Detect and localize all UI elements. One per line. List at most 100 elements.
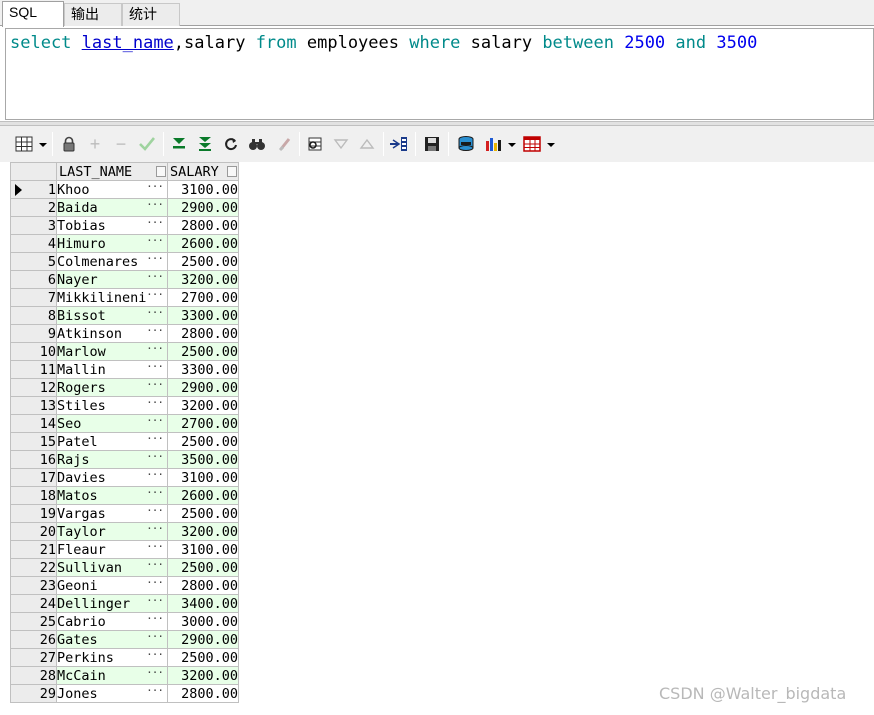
cell-editor-button[interactable]: ··· <box>146 611 164 627</box>
cell-last-name[interactable]: Bissot ··· <box>56 305 168 325</box>
cell-last-name[interactable]: Seo ··· <box>56 413 168 433</box>
row-number[interactable]: 5 <box>10 252 57 271</box>
cell-editor-button[interactable]: ··· <box>146 557 164 573</box>
filter-up-icon[interactable] <box>357 134 377 154</box>
cell-salary[interactable]: 2900.00 <box>167 630 239 649</box>
cell-salary[interactable]: 2500.00 <box>167 558 239 577</box>
table-row[interactable]: 4 Himuro ··· 2600.00 <box>10 234 239 253</box>
column-header-button[interactable] <box>227 166 237 177</box>
table-row[interactable]: 19 Vargas ··· 2500.00 <box>10 504 239 523</box>
cell-last-name[interactable]: Gates ··· <box>56 629 168 649</box>
clear-icon[interactable] <box>275 134 295 154</box>
cell-editor-button[interactable]: ··· <box>146 341 164 357</box>
cell-editor-button[interactable]: ··· <box>146 287 164 303</box>
row-number[interactable]: 18 <box>10 486 57 505</box>
cell-salary[interactable]: 2800.00 <box>167 684 239 703</box>
row-number[interactable]: 7 <box>10 288 57 307</box>
cell-salary[interactable]: 3000.00 <box>167 612 239 631</box>
cell-last-name[interactable]: Matos ··· <box>56 486 168 505</box>
table-row[interactable]: 28 McCain ··· 3200.00 <box>10 665 239 685</box>
row-number[interactable]: 11 <box>10 360 57 379</box>
cell-editor-button[interactable]: ··· <box>146 179 164 195</box>
cell-editor-button[interactable]: ··· <box>146 467 164 483</box>
chevron-down-icon[interactable] <box>547 143 555 147</box>
cell-salary[interactable]: 2900.00 <box>167 378 239 397</box>
cell-salary[interactable]: 3500.00 <box>167 450 239 469</box>
row-number[interactable]: 14 <box>10 414 57 433</box>
cell-last-name[interactable]: Stiles ··· <box>56 395 168 415</box>
table-row[interactable]: 25 Cabrio ··· 3000.00 <box>10 611 239 631</box>
table-row[interactable]: 29 Jones ··· 2800.00 <box>10 683 239 703</box>
cell-editor-button[interactable]: ··· <box>146 359 164 375</box>
cell-salary[interactable]: 3200.00 <box>167 666 239 685</box>
table-row[interactable]: 16 Rajs ··· 3500.00 <box>10 449 239 469</box>
table-row[interactable]: 5 Colmenares ··· 2500.00 <box>10 252 239 271</box>
cell-salary[interactable]: 2500.00 <box>167 432 239 451</box>
cell-salary[interactable]: 3300.00 <box>167 360 239 379</box>
query-by-example-icon[interactable] <box>305 134 325 154</box>
column-header-salary[interactable]: SALARY <box>167 162 239 181</box>
cell-salary[interactable]: 3100.00 <box>167 180 239 199</box>
cell-salary[interactable]: 3400.00 <box>167 594 239 613</box>
row-number[interactable]: 1 <box>10 180 57 199</box>
row-number[interactable]: 9 <box>10 324 57 343</box>
tab-sql[interactable]: SQL <box>2 1 64 27</box>
save-icon[interactable] <box>422 134 442 154</box>
row-number[interactable]: 12 <box>10 378 57 397</box>
row-number[interactable]: 25 <box>10 612 57 631</box>
cell-last-name[interactable]: Geoni ··· <box>56 576 168 595</box>
cell-last-name[interactable]: McCain ··· <box>56 665 168 685</box>
cell-last-name[interactable]: Perkins ··· <box>56 648 168 667</box>
cell-editor-button[interactable]: ··· <box>146 629 164 645</box>
cell-editor-button[interactable]: ··· <box>146 395 164 411</box>
cell-editor-button[interactable]: ··· <box>146 449 164 465</box>
row-number[interactable]: 23 <box>10 576 57 595</box>
tab-statistics[interactable]: 统计 <box>122 3 180 26</box>
cell-salary[interactable]: 2500.00 <box>167 504 239 523</box>
table-row[interactable]: 1 Khoo ··· 3100.00 <box>10 179 239 199</box>
cell-last-name[interactable]: Sullivan ··· <box>56 557 168 577</box>
cell-salary[interactable]: 3200.00 <box>167 522 239 541</box>
cell-editor-button[interactable]: ··· <box>146 413 164 429</box>
row-number[interactable]: 15 <box>10 432 57 451</box>
cell-editor-button[interactable]: ··· <box>146 215 164 231</box>
cell-salary[interactable]: 2800.00 <box>167 324 239 343</box>
add-record-icon[interactable]: + <box>85 134 105 154</box>
table-row[interactable]: 6 Nayer ··· 3200.00 <box>10 269 239 289</box>
cell-editor-button[interactable]: ··· <box>146 323 164 339</box>
table-row[interactable]: 3 Tobias ··· 2800.00 <box>10 215 239 235</box>
cell-last-name[interactable]: Tobias ··· <box>56 215 168 235</box>
row-number[interactable]: 20 <box>10 522 57 541</box>
row-number[interactable]: 16 <box>10 450 57 469</box>
cell-last-name[interactable]: Mikkilineni ··· <box>56 287 168 307</box>
cell-last-name[interactable]: Davies ··· <box>56 467 168 487</box>
table-row[interactable]: 24 Dellinger ··· 3400.00 <box>10 594 239 613</box>
cell-salary[interactable]: 3200.00 <box>167 270 239 289</box>
cell-editor-button[interactable]: ··· <box>146 197 164 213</box>
cell-editor-button[interactable]: ··· <box>146 305 164 321</box>
cell-salary[interactable]: 2700.00 <box>167 414 239 433</box>
cell-salary[interactable]: 2600.00 <box>167 486 239 505</box>
cell-editor-button[interactable]: ··· <box>146 683 164 699</box>
cell-last-name[interactable]: Taylor ··· <box>56 521 168 541</box>
cell-salary[interactable]: 2600.00 <box>167 234 239 253</box>
cell-last-name[interactable]: Baida ··· <box>56 197 168 217</box>
row-number[interactable]: 21 <box>10 540 57 559</box>
export-icon[interactable] <box>389 134 409 154</box>
column-header-last-name[interactable]: LAST_NAME <box>56 162 168 181</box>
filter-down-icon[interactable] <box>331 134 351 154</box>
cell-salary[interactable]: 3300.00 <box>167 306 239 325</box>
cell-salary[interactable]: 3200.00 <box>167 396 239 415</box>
cell-editor-button[interactable]: ··· <box>146 377 164 393</box>
table-row[interactable]: 17 Davies ··· 3100.00 <box>10 467 239 487</box>
cell-last-name[interactable]: Cabrio ··· <box>56 611 168 631</box>
cell-editor-button[interactable]: ··· <box>146 665 164 681</box>
cell-editor-button[interactable]: ··· <box>146 521 164 537</box>
chart-icon[interactable] <box>483 134 503 154</box>
cell-editor-button[interactable]: ··· <box>146 269 164 285</box>
row-number[interactable]: 3 <box>10 216 57 235</box>
row-number[interactable]: 8 <box>10 306 57 325</box>
cell-salary[interactable]: 3100.00 <box>167 468 239 487</box>
cell-last-name[interactable]: Himuro ··· <box>56 234 168 253</box>
last-record-icon[interactable] <box>195 134 215 154</box>
